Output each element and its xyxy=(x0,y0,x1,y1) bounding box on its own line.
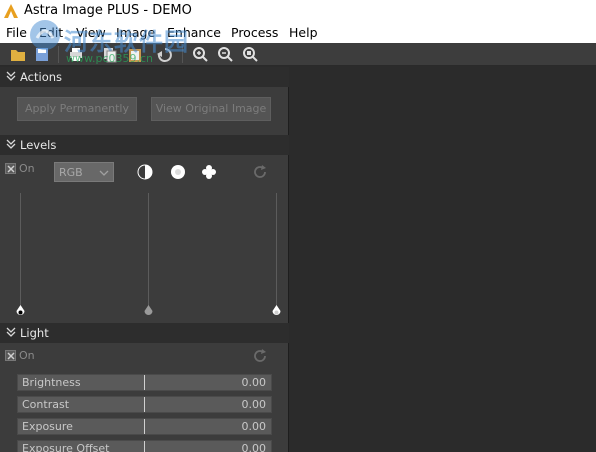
app-logo-icon xyxy=(4,4,18,18)
contrast-label: Contrast xyxy=(22,398,70,411)
adjustments-panel: Actions Apply Permanently View Original … xyxy=(0,67,289,452)
check-x-icon xyxy=(7,165,15,173)
menu-edit[interactable]: Edit xyxy=(39,25,63,40)
view-original-image-button[interactable]: View Original Image xyxy=(151,97,271,121)
midtone-track xyxy=(148,193,149,307)
exposure-offset-label: Exposure Offset xyxy=(22,442,110,452)
reset-icon[interactable] xyxy=(252,348,268,364)
levels-on-label: On xyxy=(19,162,35,175)
slider-center-marker xyxy=(144,441,145,452)
menu-process[interactable]: Process xyxy=(231,25,278,40)
zoom-in-icon[interactable] xyxy=(191,45,211,64)
actions-header-label: Actions xyxy=(20,70,63,84)
image-canvas[interactable] xyxy=(290,67,596,452)
undo-icon[interactable] xyxy=(154,45,174,64)
contrast-slider[interactable]: Contrast 0.00 xyxy=(17,396,272,413)
levels-header-label: Levels xyxy=(20,138,57,152)
exposure-value: 0.00 xyxy=(241,420,267,433)
auto-contrast-icon[interactable] xyxy=(137,164,153,180)
light-header-label: Light xyxy=(20,326,49,340)
title-bar: Astra Image PLUS - DEMO xyxy=(0,0,596,22)
slider-center-marker xyxy=(144,375,145,390)
paste-icon[interactable] xyxy=(125,45,145,64)
copy-icon[interactable] xyxy=(100,45,120,64)
menu-help[interactable]: Help xyxy=(289,25,318,40)
brightness-slider[interactable]: Brightness 0.00 xyxy=(17,374,272,391)
collapse-chevron-icon xyxy=(6,71,16,81)
exposure-offset-value: 0.00 xyxy=(241,442,267,452)
menu-file[interactable]: File xyxy=(6,25,27,40)
chevron-down-icon xyxy=(99,170,109,176)
open-icon[interactable] xyxy=(8,45,28,64)
channel-select-value: RGB xyxy=(59,166,83,179)
toolbar-separator xyxy=(182,46,183,63)
white-point-track xyxy=(276,193,277,307)
black-point-handle[interactable] xyxy=(16,305,25,317)
midtone-handle[interactable] xyxy=(144,305,153,317)
levels-on-checkbox[interactable] xyxy=(5,163,16,174)
brightness-value: 0.00 xyxy=(241,376,267,389)
collapse-chevron-icon xyxy=(6,327,16,337)
levels-section-header[interactable]: Levels xyxy=(0,135,289,155)
toolbar xyxy=(0,43,596,66)
slider-center-marker xyxy=(144,419,145,434)
zoom-out-icon[interactable] xyxy=(216,45,236,64)
zoom-fit-icon[interactable] xyxy=(241,45,261,64)
menu-bar: File Edit View Image Enhance Process Hel… xyxy=(0,22,596,43)
actions-section-header[interactable]: Actions xyxy=(0,67,289,87)
slider-center-marker xyxy=(144,397,145,412)
light-on-checkbox[interactable] xyxy=(5,350,16,361)
auto-levels-icon[interactable] xyxy=(170,164,186,180)
check-x-icon xyxy=(7,352,15,360)
collapse-chevron-icon xyxy=(6,139,16,149)
window-title: Astra Image PLUS - DEMO xyxy=(24,3,192,18)
menu-image[interactable]: Image xyxy=(116,25,155,40)
toolbar-separator xyxy=(58,46,59,63)
apply-permanently-button[interactable]: Apply Permanently xyxy=(17,97,137,121)
exposure-slider[interactable]: Exposure 0.00 xyxy=(17,418,272,435)
print-icon[interactable] xyxy=(66,45,86,64)
black-point-track xyxy=(20,193,21,307)
auto-color-icon[interactable] xyxy=(201,164,217,180)
brightness-label: Brightness xyxy=(22,376,81,389)
light-section-header[interactable]: Light xyxy=(0,323,289,343)
exposure-offset-slider[interactable]: Exposure Offset 0.00 xyxy=(17,440,272,452)
white-point-handle[interactable] xyxy=(272,305,281,317)
contrast-value: 0.00 xyxy=(241,398,267,411)
reset-icon[interactable] xyxy=(252,164,268,180)
menu-enhance[interactable]: Enhance xyxy=(167,25,221,40)
light-on-label: On xyxy=(19,349,35,362)
save-icon[interactable] xyxy=(32,45,52,64)
menu-view[interactable]: View xyxy=(76,25,106,40)
exposure-label: Exposure xyxy=(22,420,73,433)
channel-select[interactable]: RGB xyxy=(54,162,114,182)
